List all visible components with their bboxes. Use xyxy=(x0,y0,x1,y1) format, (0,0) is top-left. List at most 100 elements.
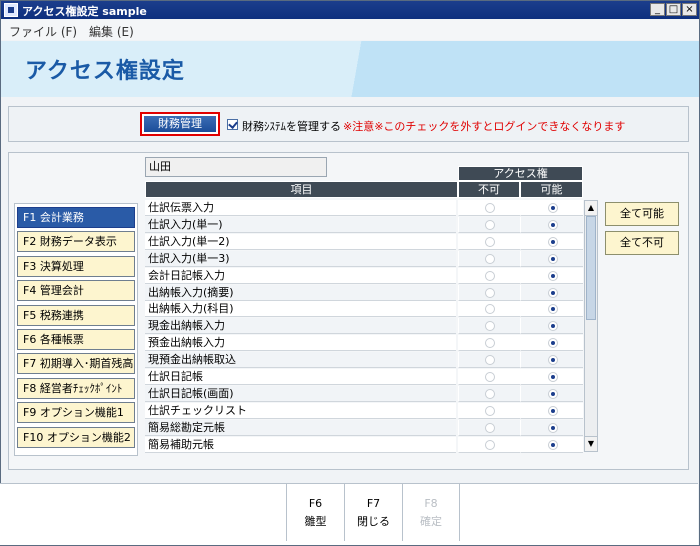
deny-cell xyxy=(458,369,520,385)
row-item-name: 仕訳入力(単一) xyxy=(145,216,456,233)
page-title: アクセス権設定 xyxy=(25,59,185,84)
nav-item-f2[interactable]: F2 財務データ表示 xyxy=(17,231,135,253)
deny-radio[interactable] xyxy=(485,219,495,230)
zaimu-kanri-button[interactable]: 財務管理 xyxy=(140,112,220,136)
allow-radio[interactable] xyxy=(547,338,558,349)
allow-radio[interactable] xyxy=(547,270,558,281)
deny-radio[interactable] xyxy=(485,372,495,382)
deny-radio[interactable] xyxy=(485,253,495,264)
deny-radio[interactable] xyxy=(485,236,495,247)
row-item-name: 出納帳入力(摘要) xyxy=(145,284,456,301)
deny-radio[interactable] xyxy=(485,355,495,366)
allow-radio[interactable] xyxy=(547,422,558,433)
nav-item-f7[interactable]: F7 初期導入･期首残高 xyxy=(17,353,135,375)
allow-radio[interactable] xyxy=(547,219,558,230)
item-column-header: 項目 xyxy=(145,181,458,198)
allow-cell xyxy=(520,419,583,436)
nav-item-f5[interactable]: F5 税務連携 xyxy=(17,304,135,326)
f7-close-button[interactable]: F7 閉じる xyxy=(344,483,402,541)
nav-item-f4[interactable]: F4 管理会計 xyxy=(17,280,135,302)
close-button[interactable]: × xyxy=(682,3,697,16)
deny-radio[interactable] xyxy=(485,439,495,450)
manage-system-checkbox[interactable] xyxy=(227,119,238,130)
table-row: 現金出納帳入力 xyxy=(145,318,583,335)
nav-item-f3[interactable]: F3 決算処理 xyxy=(17,255,135,277)
allow-cell xyxy=(520,200,583,216)
nav-item-f6[interactable]: F6 各種帳票 xyxy=(17,329,135,350)
deny-radio[interactable] xyxy=(485,287,495,298)
row-item-name: 仕訳日記帳 xyxy=(145,369,456,385)
nav-item-f1[interactable]: F1 会計業務 xyxy=(17,207,135,228)
table-row: 簡易総勘定元帳 xyxy=(145,419,583,437)
deny-cell xyxy=(458,318,520,335)
banner-decoration xyxy=(341,41,699,97)
deny-cell xyxy=(458,436,520,453)
table-row: 現預金出納帳取込 xyxy=(145,352,583,369)
deny-radio[interactable] xyxy=(485,338,495,349)
allow-radio[interactable] xyxy=(547,388,558,399)
nav-item-f10[interactable]: F10 オプション機能2 xyxy=(17,426,135,448)
deny-cell xyxy=(458,301,520,318)
allow-radio[interactable] xyxy=(547,287,558,298)
allow-radio[interactable] xyxy=(547,355,558,366)
deny-radio[interactable] xyxy=(485,405,495,416)
scroll-thumb[interactable] xyxy=(586,216,596,320)
scroll-up-icon[interactable]: ▲ xyxy=(585,201,597,216)
row-item-name: 出納帳入力(科目) xyxy=(145,301,456,318)
allow-all-button[interactable]: 全て可能 xyxy=(605,202,679,226)
deny-radio[interactable] xyxy=(485,321,495,332)
nav-item-f8[interactable]: F8 経営者ﾁｪｯｸﾎﾟｲﾝﾄ xyxy=(17,377,135,399)
deny-cell xyxy=(458,402,520,419)
table-scrollbar[interactable]: ▲ ▼ xyxy=(584,200,598,452)
allow-cell xyxy=(520,402,583,419)
deny-cell xyxy=(458,200,520,216)
title-bar[interactable]: アクセス権設定 sample _ □ × xyxy=(1,1,699,19)
zaimu-kanri-label: 財務管理 xyxy=(144,116,216,132)
f6-key: F6 xyxy=(308,497,323,510)
allow-radio[interactable] xyxy=(547,439,558,450)
row-item-name: 現預金出納帳取込 xyxy=(145,352,456,369)
menu-bar: ファイル (F) 編集 (E) xyxy=(1,20,699,40)
row-item-name: 会計日記帳入力 xyxy=(145,267,456,284)
allow-cell xyxy=(520,369,583,385)
warning-text: ※注意※このチェックを外すとログインできなくなります xyxy=(343,120,626,133)
allow-radio[interactable] xyxy=(547,253,558,264)
deny-cell xyxy=(458,419,520,436)
table-row: 仕訳チェックリスト xyxy=(145,402,583,420)
table-row: 預金出納帳入力 xyxy=(145,335,583,352)
table-row: 仕訳入力(単一3) xyxy=(145,250,583,268)
minimize-button[interactable]: _ xyxy=(650,3,665,16)
allow-cell xyxy=(520,216,583,233)
allow-cell xyxy=(520,318,583,335)
table-row: 仕訳入力(単一) xyxy=(145,216,583,234)
allow-radio[interactable] xyxy=(547,321,558,332)
allow-radio[interactable] xyxy=(547,304,558,315)
allow-radio[interactable] xyxy=(547,236,558,247)
scroll-down-icon[interactable]: ▼ xyxy=(585,436,597,451)
deny-cell xyxy=(458,267,520,284)
f8-confirm-button[interactable]: F8 確定 xyxy=(402,483,460,541)
deny-radio[interactable] xyxy=(485,422,495,433)
allow-column-header: 可能 xyxy=(520,181,583,198)
allow-radio[interactable] xyxy=(547,372,558,382)
f6-template-button[interactable]: F6 雛型 xyxy=(286,483,344,541)
deny-cell xyxy=(458,352,520,369)
table-row: 簡易補助元帳 xyxy=(145,436,583,453)
manage-system-label: 財務ｼｽﾃﾑを管理する xyxy=(242,120,341,133)
deny-radio[interactable] xyxy=(485,388,495,399)
menu-file[interactable]: ファイル (F) xyxy=(9,23,77,40)
allow-radio[interactable] xyxy=(547,203,558,213)
maximize-button[interactable]: □ xyxy=(666,3,681,16)
allow-cell xyxy=(520,284,583,301)
deny-radio[interactable] xyxy=(485,304,495,315)
deny-radio[interactable] xyxy=(485,203,495,213)
row-item-name: 仕訳伝票入力 xyxy=(145,200,456,216)
deny-radio[interactable] xyxy=(485,270,495,281)
menu-edit[interactable]: 編集 (E) xyxy=(89,23,134,40)
allow-radio[interactable] xyxy=(547,405,558,416)
deny-all-button[interactable]: 全て不可 xyxy=(605,231,679,255)
f7-key: F7 xyxy=(366,497,381,510)
nav-item-f9[interactable]: F9 オプション機能1 xyxy=(17,402,135,424)
table-row: 出納帳入力(科目) xyxy=(145,301,583,318)
row-item-name: 現金出納帳入力 xyxy=(145,318,456,335)
